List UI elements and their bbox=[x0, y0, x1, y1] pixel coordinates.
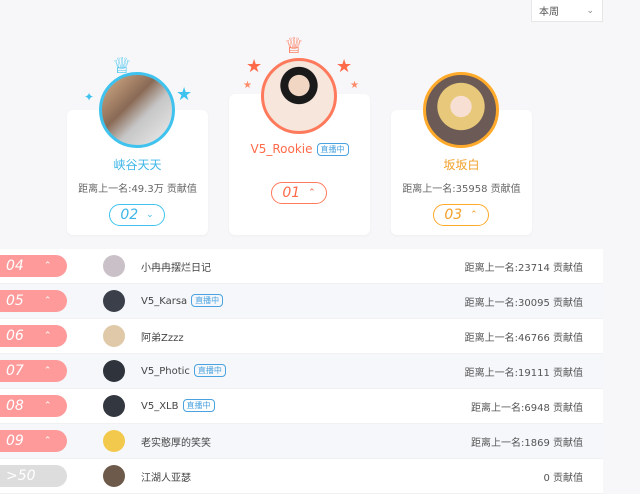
star-icon: ★ bbox=[336, 56, 353, 77]
rank-number: 09 bbox=[6, 433, 24, 449]
sparkle-icon: ✦ bbox=[84, 90, 95, 104]
rank-number: 08 bbox=[6, 398, 24, 414]
chevron-down-icon: ⌄ bbox=[146, 210, 154, 220]
user-name[interactable]: 老实憨厚的笑笑 bbox=[141, 438, 211, 449]
user-name[interactable]: 江湖人亚瑟 bbox=[141, 473, 191, 484]
distance-to-previous: 距离上一名:30095 贡献值 bbox=[464, 298, 583, 309]
avatar[interactable] bbox=[103, 465, 125, 487]
user-name-row: 小冉冉摆烂日记 bbox=[141, 259, 211, 274]
avatar bbox=[99, 72, 175, 148]
user-name-row: V5_Photic 直播中 bbox=[141, 364, 226, 377]
rank-number: 02 bbox=[120, 207, 139, 223]
distance-to-previous: 距离上一名:1869 贡献值 bbox=[471, 438, 583, 449]
podium-first-name-row: V5_Rookie 直播中 bbox=[229, 142, 370, 156]
rank-number: 03 bbox=[444, 207, 463, 223]
user-name[interactable]: V5_Photic bbox=[141, 366, 190, 377]
distance-to-previous: 距离上一名:19111 贡献值 bbox=[464, 368, 583, 379]
list-item[interactable]: 07 ⌃ V5_Photic 直播中 距离上一名:19111 贡献值 bbox=[0, 354, 603, 389]
chevron-up-icon: ⌃ bbox=[308, 188, 316, 198]
distance-to-previous: 距离上一名:23714 贡献值 bbox=[464, 263, 583, 274]
live-badge[interactable]: 直播中 bbox=[316, 143, 349, 156]
live-badge[interactable]: 直播中 bbox=[193, 364, 226, 377]
rank-pill: 09 ⌃ bbox=[0, 430, 67, 452]
rank-number: 06 bbox=[6, 328, 24, 344]
chevron-up-icon: ⌃ bbox=[43, 366, 52, 376]
user-name-row: 阿弟Zzzz bbox=[141, 329, 184, 344]
chevron-up-icon: ⌃ bbox=[470, 210, 478, 220]
distance-to-previous: 距离上一名:46766 贡献值 bbox=[464, 333, 583, 344]
list-item[interactable]: 05 ⌃ V5_Karsa 直播中 距离上一名:30095 贡献值 bbox=[0, 284, 603, 319]
avatar bbox=[423, 72, 499, 148]
user-name-row: V5_Karsa 直播中 bbox=[141, 294, 224, 307]
star-icon: ★ bbox=[350, 80, 359, 91]
chevron-down-icon: ⌄ bbox=[586, 5, 594, 16]
avatar[interactable] bbox=[103, 430, 125, 452]
rank-number: 04 bbox=[6, 258, 24, 274]
avatar[interactable] bbox=[103, 360, 125, 382]
user-name[interactable]: V5_Karsa bbox=[141, 296, 187, 307]
star-icon: ★ bbox=[176, 84, 193, 105]
podium-third-avatar[interactable] bbox=[423, 72, 499, 148]
chevron-up-icon: ⌃ bbox=[43, 331, 52, 341]
star-icon: ★ bbox=[246, 56, 263, 77]
rank-number: >50 bbox=[6, 468, 36, 484]
list-item[interactable]: 06 ⌃ 阿弟Zzzz 距离上一名:46766 贡献值 bbox=[0, 319, 603, 354]
rank-number: 05 bbox=[6, 293, 24, 309]
podium-second-avatar[interactable] bbox=[99, 72, 175, 148]
podium-third-name[interactable]: 坂坂白 bbox=[391, 156, 532, 173]
rank-pill: 04 ⌃ bbox=[0, 255, 67, 277]
rank-pill: 05 ⌃ bbox=[0, 290, 67, 312]
list-item[interactable]: 04 ⌃ 小冉冉摆烂日记 距离上一名:23714 贡献值 bbox=[0, 249, 603, 284]
distance-to-previous: 距离上一名:6948 贡献值 bbox=[471, 403, 583, 414]
user-name[interactable]: V5_XLB bbox=[141, 401, 179, 412]
list-item[interactable]: 08 ⌃ V5_XLB 直播中 距离上一名:6948 贡献值 bbox=[0, 389, 603, 424]
podium-first-avatar[interactable] bbox=[261, 58, 337, 134]
live-badge[interactable]: 直播中 bbox=[191, 294, 224, 307]
podium-third-rank: 03 ⌃ bbox=[433, 204, 489, 226]
user-name-row: 江湖人亚瑟 bbox=[141, 469, 191, 484]
podium-second-distance: 距离上一名:49.3万 贡献值 bbox=[78, 184, 197, 195]
list-item[interactable]: 09 ⌃ 老实憨厚的笑笑 距离上一名:1869 贡献值 bbox=[0, 424, 603, 459]
podium-third-distance: 距离上一名:35958 贡献值 bbox=[402, 184, 521, 195]
podium-second-name[interactable]: 峡谷天天 bbox=[67, 156, 208, 173]
user-name-row: V5_XLB 直播中 bbox=[141, 399, 215, 412]
podium-first-name[interactable]: V5_Rookie bbox=[251, 142, 313, 156]
period-dropdown[interactable]: 本周 ⌄ bbox=[531, 0, 603, 22]
rank-pill: 08 ⌃ bbox=[0, 395, 67, 417]
crown-icon: ♕ bbox=[284, 34, 304, 59]
avatar[interactable] bbox=[103, 290, 125, 312]
user-name[interactable]: 小冉冉摆烂日记 bbox=[141, 263, 211, 274]
rank-pill: 07 ⌃ bbox=[0, 360, 67, 382]
podium-second-rank: 02 ⌄ bbox=[109, 204, 165, 226]
avatar[interactable] bbox=[103, 395, 125, 417]
live-badge[interactable]: 直播中 bbox=[182, 399, 215, 412]
star-icon: ★ bbox=[243, 80, 252, 91]
chevron-up-icon: ⌃ bbox=[43, 401, 52, 411]
avatar[interactable] bbox=[103, 325, 125, 347]
rank-number: 07 bbox=[6, 363, 24, 379]
avatar bbox=[261, 58, 337, 134]
distance-to-previous: 0 贡献值 bbox=[543, 473, 583, 484]
podium-first-rank: 01 ⌃ bbox=[271, 182, 327, 204]
rank-pill: 06 ⌃ bbox=[0, 325, 67, 347]
period-dropdown-value: 本周 bbox=[539, 7, 559, 18]
ranking-list: 04 ⌃ 小冉冉摆烂日记 距离上一名:23714 贡献值 05 ⌃ V5_Karsa 直播中距… bbox=[0, 249, 603, 494]
avatar[interactable] bbox=[103, 255, 125, 277]
rank-pill: >50 bbox=[0, 465, 67, 487]
chevron-up-icon: ⌃ bbox=[43, 436, 52, 446]
user-name[interactable]: 阿弟Zzzz bbox=[141, 333, 184, 344]
list-item[interactable]: >50 江湖人亚瑟 0 贡献值 bbox=[0, 459, 603, 494]
chevron-up-icon: ⌃ bbox=[43, 261, 52, 271]
chevron-up-icon: ⌃ bbox=[43, 296, 52, 306]
rank-number: 01 bbox=[282, 185, 301, 201]
user-name-row: 老实憨厚的笑笑 bbox=[141, 434, 211, 449]
